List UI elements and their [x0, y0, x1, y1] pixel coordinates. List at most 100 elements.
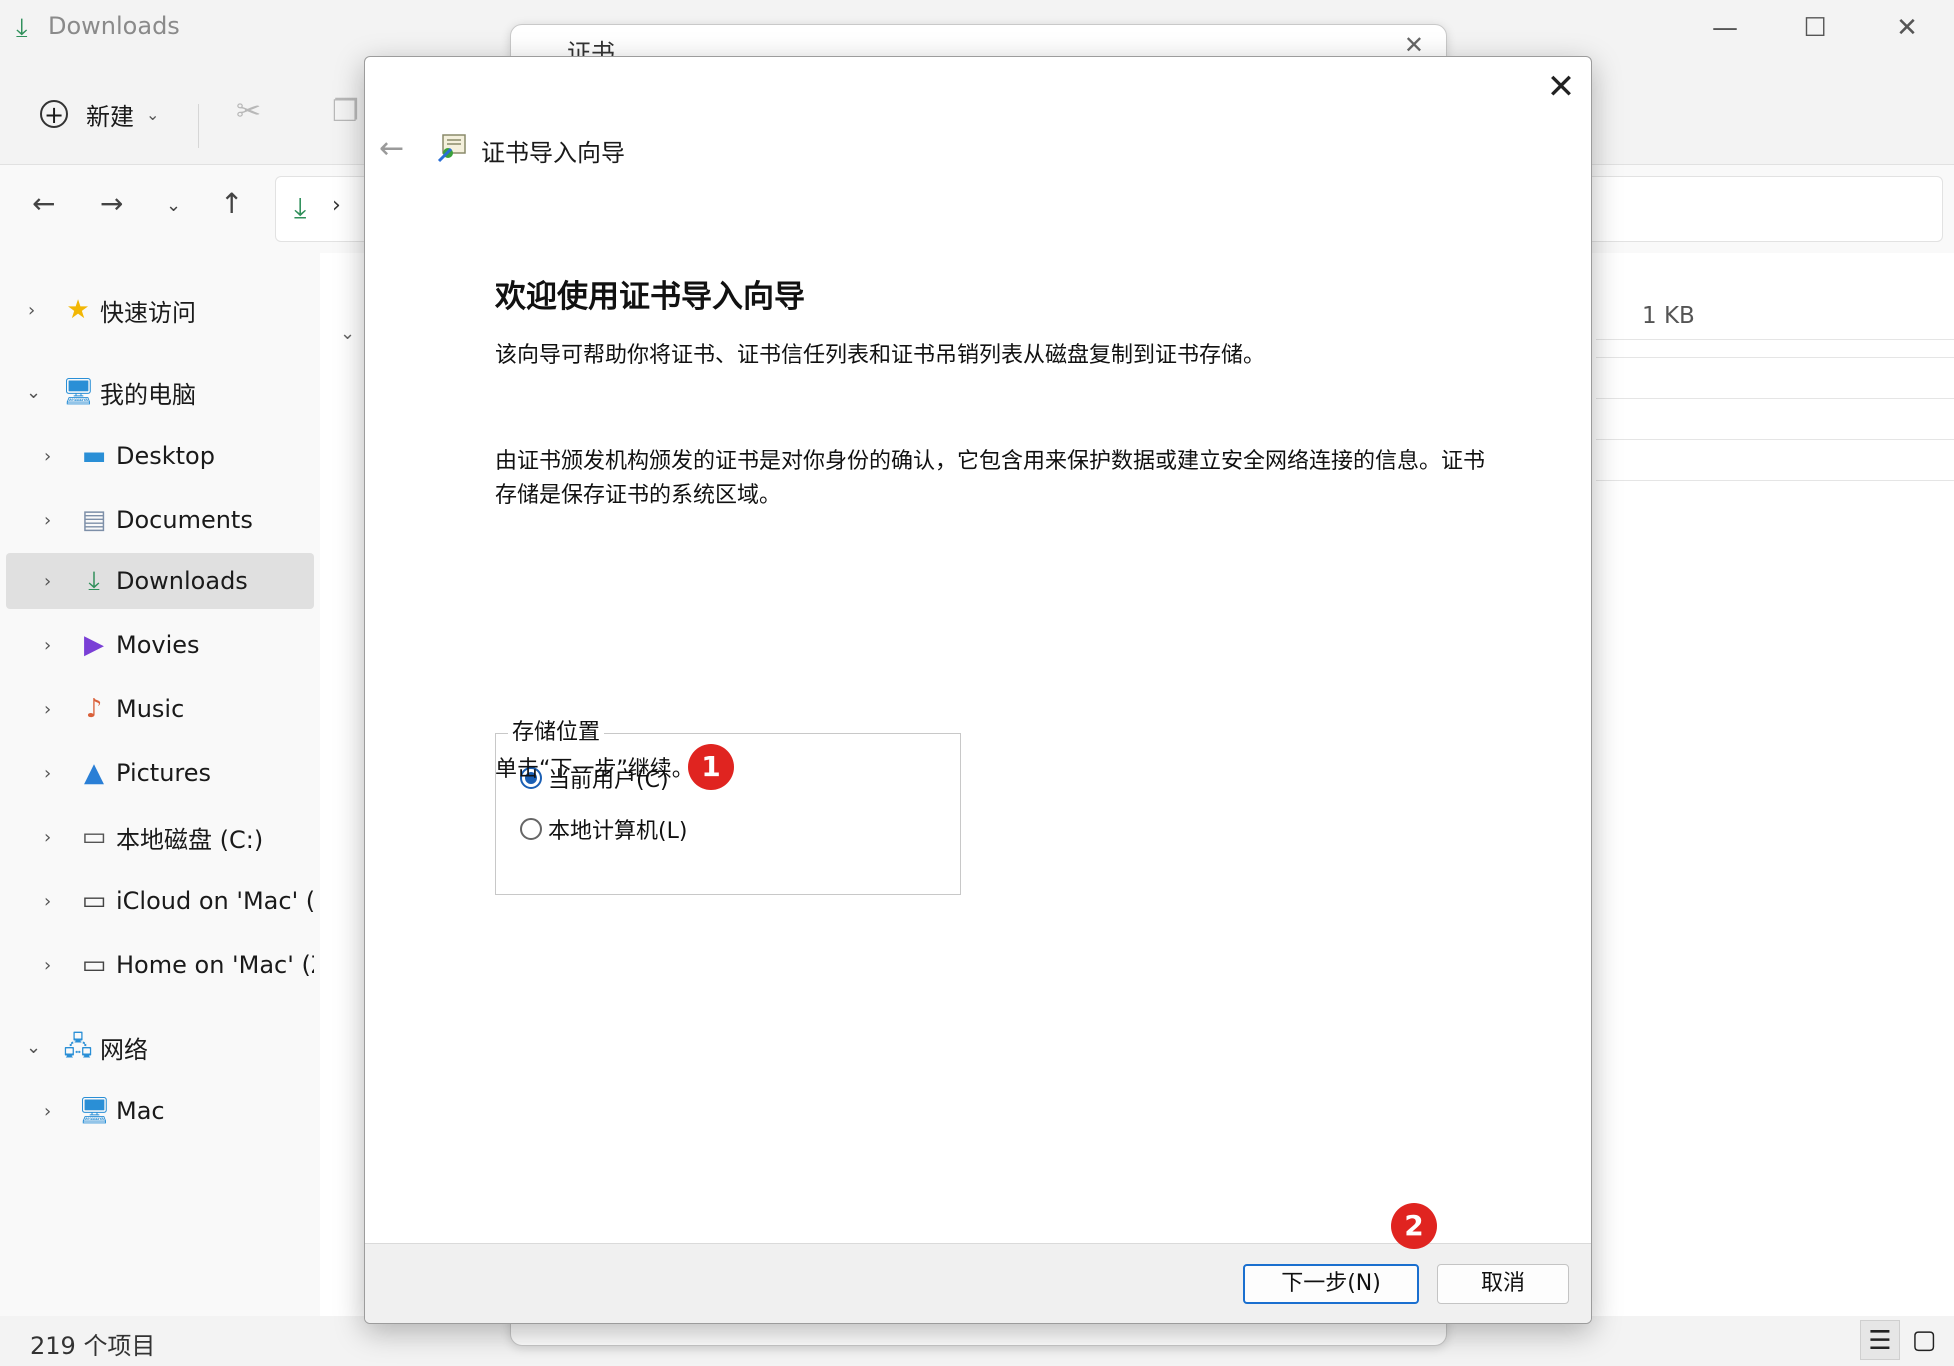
nav-item-mac[interactable]: › 🖥 Mac: [6, 1083, 314, 1139]
tiles-view-icon[interactable]: ▢: [1904, 1320, 1944, 1360]
new-button[interactable]: + 新建 ⌄: [40, 94, 159, 134]
copy-icon[interactable]: ❐: [332, 94, 359, 129]
nav-item-movies[interactable]: › ▶ Movies: [6, 617, 314, 673]
wizard-footer: 下一步(N) 取消: [365, 1243, 1591, 1323]
wizard-heading: 欢迎使用证书导入向导: [495, 279, 805, 315]
drive-icon: ▭: [81, 822, 107, 852]
download-icon: ⤓: [294, 191, 307, 224]
download-icon: ⤓: [16, 13, 28, 43]
chevron-right-icon[interactable]: ›: [44, 955, 51, 976]
row-divider: [1596, 357, 1954, 358]
nav-item-label: Movies: [116, 631, 200, 659]
nav-item-this-pc[interactable]: ⌄ 🖥 我的电脑: [6, 364, 314, 420]
documents-icon: ▤: [81, 505, 107, 535]
close-window-button[interactable]: ✕: [1872, 6, 1942, 50]
up-nav-icon[interactable]: ↑: [220, 187, 243, 220]
nav-item-label: Downloads: [116, 567, 248, 595]
local-machine-radio[interactable]: 本地计算机(L): [520, 813, 687, 845]
navigation-pane: › ★ 快速访问 ⌄ 🖥 我的电脑 › ▬ Desktop › ▤ Docume…: [0, 253, 320, 1316]
details-view-icon[interactable]: ☰: [1860, 1320, 1900, 1360]
nav-item-network[interactable]: ⌄ 🖧 网络: [6, 1019, 314, 1075]
row-divider: [1596, 398, 1954, 399]
nav-item-label: 网络: [100, 1035, 148, 1064]
nav-item-label: 本地磁盘 (C:): [116, 825, 264, 854]
nav-item-label: Home on 'Mac' (Z: [116, 951, 314, 979]
chevron-right-icon[interactable]: ›: [44, 446, 51, 467]
nav-item-desktop[interactable]: › ▬ Desktop: [6, 428, 314, 484]
local-machine-label: 本地计算机(L): [548, 819, 688, 844]
plus-icon: +: [40, 100, 68, 128]
chevron-right-icon[interactable]: ›: [44, 510, 51, 531]
nav-item-label: Documents: [116, 506, 253, 534]
nav-item-label: Desktop: [116, 442, 215, 470]
nav-item-home-on-mac[interactable]: › ▭ Home on 'Mac' (Z: [6, 937, 314, 993]
recent-locations-chevron-icon[interactable]: ⌄: [166, 195, 181, 216]
nav-item-pictures[interactable]: › ▲ Pictures: [6, 745, 314, 801]
instruction-text: 单击“下一步”继续。: [495, 757, 694, 782]
network-icon: 🖧: [63, 1032, 93, 1062]
nav-item-label: iCloud on 'Mac' (Y: [116, 887, 314, 915]
back-arrow-icon[interactable]: ←: [379, 131, 404, 166]
window-title: Downloads: [48, 12, 180, 40]
download-icon: ⤓: [88, 566, 100, 596]
star-icon: ★: [66, 295, 90, 325]
nav-item-local-disk-c[interactable]: › ▭ 本地磁盘 (C:): [6, 809, 314, 865]
file-size-value: 1 KB: [1642, 303, 1695, 329]
cancel-button[interactable]: 取消: [1437, 1264, 1569, 1304]
chevron-right-icon[interactable]: ›: [44, 827, 51, 848]
forward-nav-icon[interactable]: →: [100, 187, 123, 220]
step-badge-1: 1: [688, 744, 734, 790]
music-icon: ♪: [85, 694, 103, 724]
nav-item-label: Mac: [116, 1097, 165, 1125]
nav-item-icloud-on-mac[interactable]: › ▭ iCloud on 'Mac' (Y: [6, 873, 314, 929]
chevron-down-icon[interactable]: ⌄: [26, 1037, 41, 1058]
nav-item-documents[interactable]: › ▤ Documents: [6, 492, 314, 548]
minimize-button[interactable]: —: [1690, 6, 1760, 50]
row-divider: [1596, 480, 1954, 481]
radio-indicator[interactable]: [520, 818, 542, 840]
nav-item-quick-access[interactable]: › ★ 快速访问: [6, 282, 314, 338]
wizard-explanation: 由证书颁发机构颁发的证书是对你身份的确认，它包含用来保护数据或建立安全网络连接的…: [495, 449, 1486, 508]
network-drive-icon: ▭: [81, 950, 107, 980]
row-divider: [1596, 339, 1954, 340]
step-badge-2: 2: [1391, 1203, 1437, 1249]
chevron-right-icon[interactable]: ›: [44, 571, 51, 592]
chevron-right-icon[interactable]: ›: [44, 1101, 51, 1122]
back-nav-icon[interactable]: ←: [32, 187, 55, 220]
desktop-folder-icon: ▬: [81, 441, 107, 471]
item-count: 219 个项目: [30, 1332, 156, 1360]
cut-icon[interactable]: ✂: [236, 94, 261, 129]
nav-item-music[interactable]: › ♪ Music: [6, 681, 314, 737]
chevron-down-icon[interactable]: ⌄: [26, 382, 41, 403]
chevron-right-icon[interactable]: ›: [44, 699, 51, 720]
movies-icon: ▶: [84, 630, 104, 660]
nav-item-label: Pictures: [116, 759, 212, 787]
nav-item-label: 我的电脑: [100, 380, 196, 409]
certificate-import-wizard: ✕ ← 证书导入向导 欢迎使用证书导入向导 该向导可帮助你将证书、证书信任列表和…: [364, 56, 1592, 1324]
wizard-title: 证书导入向导: [481, 139, 625, 167]
chevron-right-icon[interactable]: ›: [44, 891, 51, 912]
network-drive-icon: ▭: [81, 886, 107, 916]
new-button-label: 新建: [86, 102, 134, 131]
store-location-label: 存储位置: [508, 714, 605, 746]
chevron-down-icon: ⌄: [146, 104, 160, 124]
group-chevron-icon[interactable]: ⌄: [340, 323, 355, 344]
close-wizard-button[interactable]: ✕: [1541, 67, 1581, 107]
nav-item-downloads[interactable]: › ⤓ Downloads: [6, 553, 314, 609]
chevron-right-icon[interactable]: ›: [44, 635, 51, 656]
certificate-icon: [437, 134, 466, 163]
computer-icon: 🖥: [78, 1096, 112, 1126]
nav-item-label: Music: [116, 695, 185, 723]
close-icon[interactable]: ✕: [1404, 31, 1424, 59]
next-button[interactable]: 下一步(N): [1243, 1264, 1419, 1304]
maximize-button[interactable]: ☐: [1780, 6, 1850, 50]
pictures-icon: ▲: [84, 758, 104, 788]
breadcrumb-chevron-icon: ›: [332, 193, 341, 218]
nav-item-label: 快速访问: [100, 298, 196, 327]
row-divider: [1596, 439, 1954, 440]
chevron-right-icon[interactable]: ›: [28, 300, 35, 321]
computer-icon: 🖥: [62, 377, 96, 407]
chevron-right-icon[interactable]: ›: [44, 763, 51, 784]
wizard-description: 该向导可帮助你将证书、证书信任列表和证书吊销列表从磁盘复制到证书存储。: [495, 343, 1266, 368]
toolbar-divider: [198, 104, 199, 148]
